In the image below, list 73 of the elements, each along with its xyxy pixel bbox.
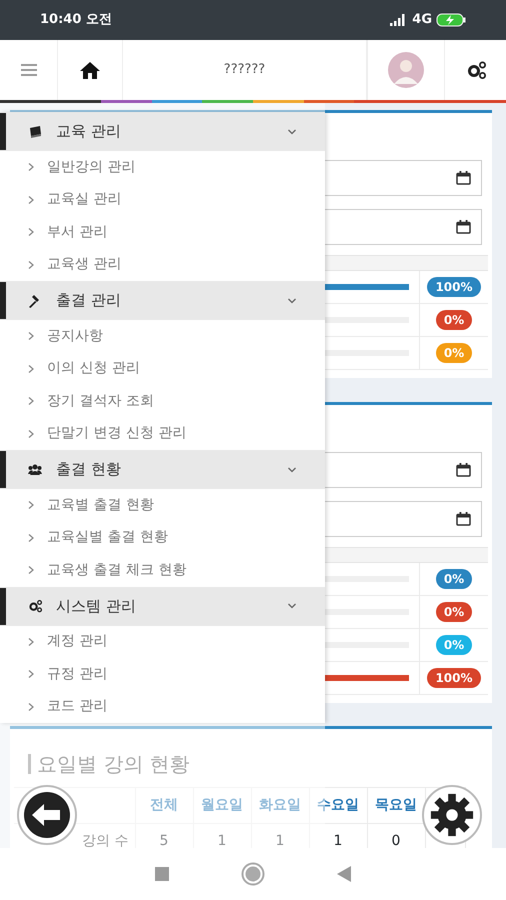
- section-title: 출결 관리: [56, 290, 121, 312]
- chevron-right-icon: [28, 532, 35, 543]
- hammer-icon: [28, 294, 42, 308]
- chevron-right-icon: [28, 194, 35, 205]
- percent-badge: 100%: [427, 277, 481, 297]
- settings-icon[interactable]: [466, 60, 486, 80]
- battery-icon: [436, 13, 466, 27]
- triangle-icon[interactable]: [337, 866, 351, 882]
- chevron-right-icon: [28, 162, 35, 172]
- chevron-right-icon: [28, 331, 35, 342]
- menu-section-header[interactable]: 시스템 관리: [0, 586, 325, 626]
- title-bar: [28, 754, 31, 774]
- chevron-right-icon: [28, 364, 35, 374]
- chevron-right-icon: [28, 260, 35, 270]
- menu-item[interactable]: 이의 신청 관리: [0, 352, 325, 385]
- network-type: 4G: [412, 11, 432, 30]
- menu-item[interactable]: 단말기 변경 신청 관리: [0, 418, 325, 450]
- column-header: 월요일: [193, 788, 251, 824]
- menu-item[interactable]: 규정 관리: [0, 658, 325, 690]
- calendar-icon: [456, 463, 471, 477]
- users-icon: [28, 462, 42, 476]
- column-header: 화요일: [251, 788, 309, 824]
- chevron-right-icon: [28, 500, 35, 510]
- chevron-right-icon: [28, 428, 35, 439]
- book-icon: [28, 124, 42, 138]
- section-title: 출결 현황: [56, 459, 121, 480]
- menu-item[interactable]: 장기 결석자 조회: [0, 385, 325, 418]
- chevron-right-icon: [28, 396, 35, 406]
- menu-item[interactable]: 교육실별 출결 현황: [0, 522, 325, 554]
- chevron-down-icon: [287, 464, 297, 474]
- chevron-down-icon: [287, 296, 297, 306]
- status-time: 10:40 오전: [40, 11, 112, 30]
- chevron-right-icon: [28, 227, 35, 238]
- menu-section-header[interactable]: 교육 관리: [0, 112, 325, 151]
- menu-item[interactable]: 계정 관리: [0, 626, 325, 658]
- chevron-right-icon: [28, 702, 35, 712]
- menu-section-header[interactable]: 출결 관리: [0, 281, 325, 320]
- section-title: 교육 관리: [56, 121, 121, 142]
- menu-item[interactable]: 공지사항: [0, 320, 325, 352]
- column-header: 전체: [135, 788, 193, 824]
- page-title: ??????: [224, 61, 266, 80]
- menu-section-header[interactable]: 출결 현황: [0, 450, 325, 489]
- section-title: 시스템 관리: [56, 596, 136, 617]
- chevron-down-icon: [287, 126, 297, 136]
- menu-item[interactable]: 교육실 관리: [0, 184, 325, 216]
- percent-badge: 100%: [427, 668, 481, 688]
- calendar-icon: [456, 512, 471, 526]
- percent-badge: 0%: [436, 310, 472, 330]
- percent-badge: 0%: [436, 635, 472, 655]
- home-icon[interactable]: [80, 62, 100, 78]
- menu-item[interactable]: 교육생 관리: [0, 248, 325, 281]
- column-header: 수요일: [309, 788, 367, 824]
- chevron-right-icon: [28, 636, 35, 647]
- section-title: 요일별 강의 현황: [37, 752, 190, 776]
- gears-icon: [28, 599, 42, 613]
- arrow-left-icon: [24, 792, 70, 838]
- menu-icon[interactable]: [20, 64, 36, 76]
- circle-icon[interactable]: [241, 862, 265, 886]
- menu-item[interactable]: 코드 관리: [0, 690, 325, 723]
- menu-item[interactable]: 교육생 출결 체크 현황: [0, 554, 325, 586]
- chevron-down-icon: [287, 601, 297, 611]
- chevron-right-icon: [28, 669, 35, 680]
- menu-item[interactable]: 부서 관리: [0, 216, 325, 248]
- settings-icon: [429, 792, 475, 838]
- percent-badge: 0%: [436, 569, 472, 589]
- percent-badge: 0%: [436, 343, 472, 363]
- calendar-icon: [456, 220, 471, 234]
- chevron-right-icon: [28, 565, 35, 576]
- avatar[interactable]: [388, 52, 424, 88]
- calendar-icon: [456, 171, 471, 185]
- percent-badge: 0%: [436, 602, 472, 622]
- menu-item[interactable]: 일반강의 관리: [0, 151, 325, 184]
- menu-item[interactable]: 교육별 출결 현황: [0, 489, 325, 522]
